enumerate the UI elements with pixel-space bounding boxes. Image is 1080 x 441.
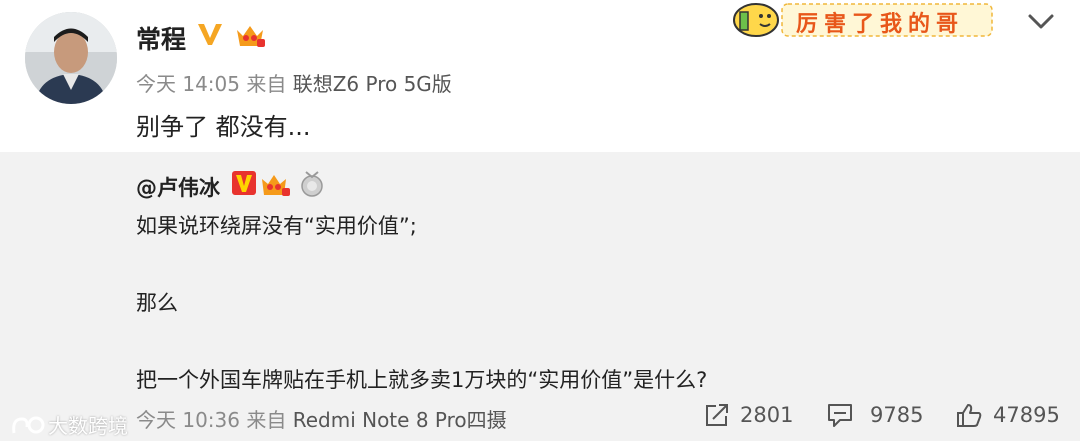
share-icon <box>706 404 728 426</box>
comment-button[interactable]: 9785 <box>826 402 923 428</box>
chevron-down-icon[interactable] <box>1026 8 1056 34</box>
repost-button[interactable]: 2801 <box>704 402 793 428</box>
repost-line-2: 那么 <box>136 291 178 315</box>
comment-icon <box>828 404 852 427</box>
repost-source-prefix: 来自 <box>246 408 287 432</box>
reposted-post[interactable]: @卢伟冰 如果说环绕屏没有“实用价值”; 那么 把一个外国车牌贴在手机上就多卖1… <box>0 152 1080 441</box>
repost-author-name[interactable]: @卢伟冰 <box>136 172 220 202</box>
watermark-text: 大数跨境 <box>48 414 128 438</box>
repost-line-1: 如果说环绕屏没有“实用价值”; <box>136 214 417 238</box>
card-sticker-decoration: 厉害了我的哥 <box>728 0 996 38</box>
watermark-logo-icon <box>12 416 45 433</box>
repost-badges <box>232 169 328 203</box>
vip-crown-icon <box>234 22 266 52</box>
post-meta: 今天 14:05 来自 联想Z6 Pro 5G版 <box>136 68 452 97</box>
post-text: 别争了 都没有... <box>136 113 311 141</box>
like-button[interactable]: 47895 <box>955 402 1060 428</box>
repost-count: 2801 <box>740 403 794 427</box>
like-count: 47895 <box>993 403 1060 427</box>
post-time: 今天 14:05 <box>136 72 240 96</box>
thumbs-up-icon <box>957 404 982 427</box>
repost-line-3: 把一个外国车牌贴在手机上就多卖1万块的“实用价值”是什么? <box>136 368 708 392</box>
author-avatar[interactable] <box>25 12 117 104</box>
watermark: 大数跨境 <box>10 410 128 439</box>
post-device[interactable]: 联想Z6 Pro 5G版 <box>293 72 452 96</box>
author-name[interactable]: 常程 <box>136 20 186 56</box>
sticker-text: 厉害了我的哥 <box>796 12 965 37</box>
source-prefix: 来自 <box>246 72 287 96</box>
repost-time: 今天 10:36 <box>136 408 240 432</box>
repost-device[interactable]: Redmi Note 8 Pro四摄 <box>293 408 507 432</box>
original-post: 常程 今天 14:05 来自 联想Z6 Pro 5G版 别争了 都没有... 厉… <box>0 0 1080 152</box>
repost-meta: 今天 10:36 来自 Redmi Note 8 Pro四摄 <box>136 404 507 433</box>
verified-v-icon <box>196 20 224 52</box>
comment-count: 9785 <box>870 403 924 427</box>
